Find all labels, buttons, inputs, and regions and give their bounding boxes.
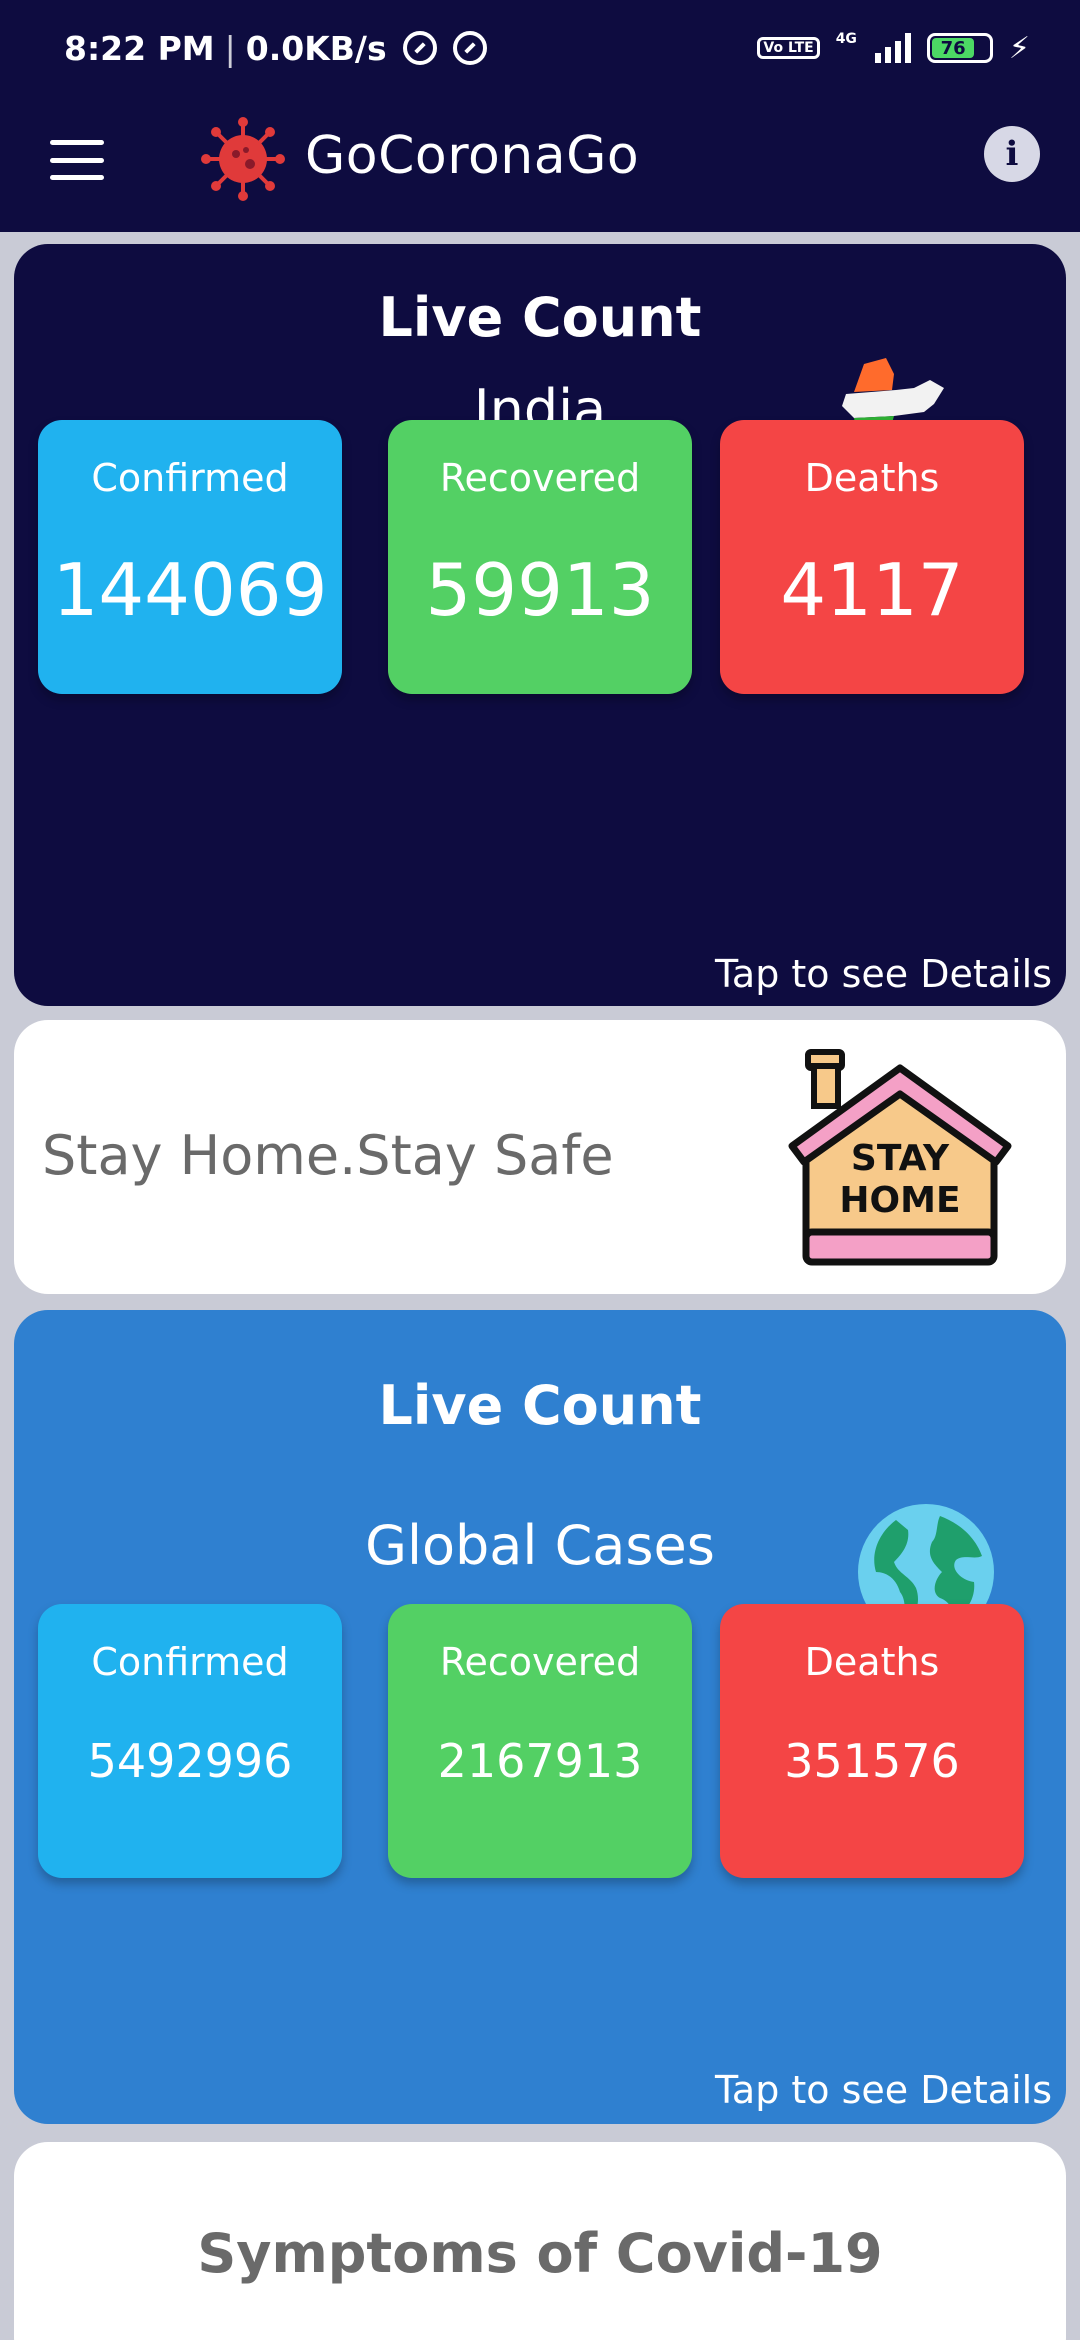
symptoms-card[interactable]: Symptoms of Covid-19 (14, 2142, 1066, 2340)
volte-icon: Vo LTE (757, 37, 820, 59)
global-details-link[interactable]: Tap to see Details (715, 2068, 1052, 2112)
india-deaths-label: Deaths (804, 456, 940, 500)
global-confirmed-value: 5492996 (87, 1734, 293, 1788)
global-deaths-value: 351576 (784, 1734, 960, 1788)
global-card-title: Live Count (378, 1374, 702, 1437)
india-recovered-label: Recovered (439, 456, 641, 500)
india-confirmed-box[interactable]: Confirmed 144069 (38, 420, 342, 694)
global-confirmed-label: Confirmed (91, 1640, 289, 1684)
signal-icon (874, 33, 911, 63)
global-live-count-card[interactable]: Live Count Global Cases Confirmed 549299… (14, 1310, 1066, 2124)
app-title: GoCoronaGo (305, 126, 640, 186)
menu-icon[interactable] (50, 140, 104, 180)
charging-icon: ⚡ (1008, 30, 1030, 66)
network-type-label: 4G (835, 30, 857, 47)
vpn-icon (452, 31, 487, 65)
india-confirmed-value: 144069 (52, 548, 328, 632)
india-live-count-card[interactable]: Live Count India Confirmed 144069 Recove… (14, 244, 1066, 1006)
symptoms-title: Symptoms of Covid-19 (197, 2222, 883, 2285)
info-icon[interactable]: i (984, 126, 1040, 182)
virus-logo-icon (201, 117, 285, 201)
india-recovered-value: 59913 (425, 548, 655, 632)
battery-icon: 76 (926, 33, 993, 63)
india-recovered-box[interactable]: Recovered 59913 (388, 420, 692, 694)
app-bar: GoCoronaGo i (0, 96, 1080, 232)
india-confirmed-label: Confirmed (91, 456, 289, 500)
status-left: 8:22 PM | 0.0KB/s (64, 29, 487, 68)
stay-home-text: Stay Home.Stay Safe (42, 1124, 614, 1187)
status-time: 8:22 PM (64, 28, 215, 68)
global-recovered-label: Recovered (439, 1640, 641, 1684)
status-bar: 8:22 PM | 0.0KB/s Vo LTE 4G 76 ⚡ (0, 0, 1080, 96)
india-details-link[interactable]: Tap to see Details (715, 952, 1052, 996)
status-network-speed: 0.0KB/s (245, 28, 387, 68)
status-right: Vo LTE 4G 76 ⚡ (757, 31, 1030, 66)
global-confirmed-box[interactable]: Confirmed 5492996 (38, 1604, 342, 1878)
status-separator: | (224, 28, 236, 68)
global-recovered-box[interactable]: Recovered 2167913 (388, 1604, 692, 1878)
india-deaths-value: 4117 (780, 548, 964, 632)
stay-sign-line1: STAY (851, 1138, 950, 1179)
battery-level: 76 (931, 38, 975, 59)
stay-home-house-icon: STAY HOME (788, 1049, 1012, 1266)
global-deaths-label: Deaths (804, 1640, 940, 1684)
stay-home-card: Stay Home.Stay Safe STAY HOME (14, 1020, 1066, 1294)
india-deaths-box[interactable]: Deaths 4117 (720, 420, 1024, 694)
data-saver-icon (402, 31, 437, 65)
stay-sign-line2: HOME (839, 1180, 960, 1221)
global-recovered-value: 2167913 (437, 1734, 643, 1788)
global-deaths-box[interactable]: Deaths 351576 (720, 1604, 1024, 1878)
india-card-title: Live Count (378, 286, 702, 349)
